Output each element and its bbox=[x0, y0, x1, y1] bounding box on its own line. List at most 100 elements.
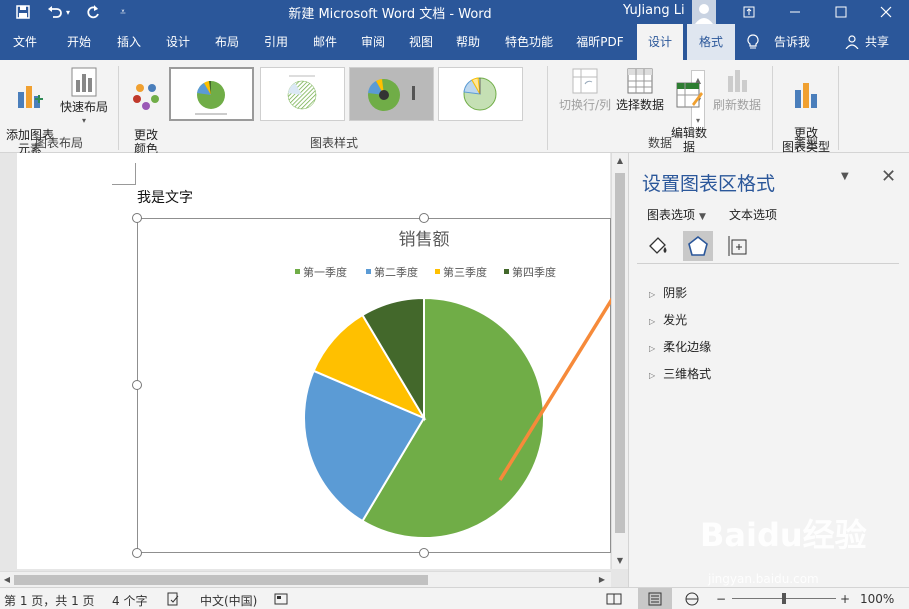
undo-dropdown-icon[interactable]: ▾ bbox=[62, 2, 74, 22]
lightbulb-icon[interactable] bbox=[744, 24, 762, 60]
quick-layout-button[interactable]: 快速布局 ▾ bbox=[58, 66, 110, 128]
vertical-scroll-thumb[interactable] bbox=[615, 173, 625, 533]
ribbon-separator bbox=[772, 66, 773, 150]
zoom-level[interactable]: 100% bbox=[860, 592, 894, 606]
tab-layout[interactable]: 布局 bbox=[204, 24, 250, 60]
close-icon[interactable] bbox=[863, 0, 909, 24]
margin-corner-mark bbox=[112, 163, 136, 185]
redo-icon[interactable] bbox=[82, 2, 104, 22]
watermark-url: jingyan.baidu.com bbox=[708, 572, 819, 586]
person-icon[interactable] bbox=[842, 24, 862, 60]
language-indicator[interactable]: 中文(中国) bbox=[200, 592, 257, 609]
ribbon-display-icon[interactable] bbox=[726, 0, 772, 24]
section-glow[interactable]: ▷ 发光 bbox=[649, 311, 687, 328]
document-text[interactable]: 我是文字 bbox=[137, 187, 193, 207]
minimize-icon[interactable] bbox=[772, 0, 818, 24]
tab-features[interactable]: 特色功能 bbox=[498, 24, 560, 60]
expand-icon: ▷ bbox=[649, 317, 656, 326]
ribbon: 添加图表 元素 快速布局 ▾ 图表布局 更改 颜色 ▾ bbox=[0, 60, 909, 169]
avatar[interactable] bbox=[692, 0, 716, 24]
section-shadow[interactable]: ▷ 阴影 bbox=[649, 284, 687, 301]
tab-text-options[interactable]: 文本选项 bbox=[729, 206, 777, 223]
tab-view[interactable]: 视图 bbox=[398, 24, 444, 60]
expand-icon: ▷ bbox=[649, 344, 656, 353]
expand-icon: ▷ bbox=[649, 290, 656, 299]
tell-me[interactable]: 告诉我 bbox=[768, 24, 816, 60]
section-3d-format-label: 三维格式 bbox=[663, 367, 712, 381]
chart-style-3[interactable] bbox=[349, 67, 434, 121]
pane-title: 设置图表区格式 bbox=[642, 173, 776, 195]
quick-layout-icon bbox=[71, 67, 97, 97]
scroll-right-icon[interactable]: ▶ bbox=[595, 572, 609, 588]
page-count[interactable]: 第 1 页，共 1 页 bbox=[4, 592, 95, 609]
expand-icon: ▷ bbox=[649, 371, 656, 380]
pane-options-icon[interactable]: ▼ bbox=[841, 171, 849, 182]
proofing-icon[interactable] bbox=[166, 592, 180, 609]
group-label-data: 数据 bbox=[647, 136, 672, 150]
vertical-scrollbar[interactable]: ▲ ▼ bbox=[611, 153, 628, 569]
status-bar: 第 1 页，共 1 页 4 个字 中文(中国) − + 100% bbox=[0, 587, 909, 609]
horizontal-scroll-thumb[interactable] bbox=[14, 575, 428, 585]
word-count[interactable]: 4 个字 bbox=[112, 592, 147, 609]
scroll-down-icon[interactable]: ▼ bbox=[612, 553, 628, 569]
watermark-logo: Baidu经验 bbox=[700, 516, 867, 554]
scroll-left-icon[interactable]: ◀ bbox=[0, 572, 14, 588]
tab-references[interactable]: 引用 bbox=[253, 24, 299, 60]
tab-home[interactable]: 开始 bbox=[56, 24, 102, 60]
pane-divider bbox=[637, 263, 899, 264]
ribbon-separator bbox=[118, 66, 119, 150]
tab-foxit-pdf[interactable]: 福昕PDF bbox=[568, 24, 632, 60]
chart-styles-gallery: ▲ ▼ ▾ bbox=[167, 65, 705, 130]
user-name[interactable]: YuJiang Li bbox=[623, 3, 685, 18]
group-label-type: 类型 bbox=[793, 136, 818, 150]
refresh-data-button: 刷新数据 bbox=[710, 66, 764, 112]
effects-icon[interactable] bbox=[683, 231, 713, 261]
macro-icon[interactable] bbox=[274, 592, 288, 609]
legend-label-2[interactable]: 第二季度 bbox=[374, 265, 418, 279]
section-soft-edges-label: 柔化边缘 bbox=[663, 340, 712, 354]
zoom-out-icon[interactable]: − bbox=[716, 592, 726, 606]
fill-line-icon[interactable] bbox=[643, 231, 673, 261]
tab-chart-options[interactable]: 图表选项 ▼ bbox=[647, 206, 706, 223]
customize-icon[interactable]: ⩡ bbox=[112, 2, 134, 22]
size-properties-icon[interactable] bbox=[723, 231, 753, 261]
legend-label-3[interactable]: 第三季度 bbox=[443, 265, 487, 279]
chart-title[interactable]: 销售额 bbox=[399, 230, 450, 250]
tab-chart-options-label: 图表选项 bbox=[647, 208, 696, 222]
chart-style-4[interactable] bbox=[438, 67, 523, 121]
share-button[interactable]: 共享 bbox=[862, 24, 892, 60]
edit-data-icon bbox=[676, 82, 703, 108]
tab-mailings[interactable]: 邮件 bbox=[302, 24, 348, 60]
tab-insert[interactable]: 插入 bbox=[106, 24, 152, 60]
section-3d-format[interactable]: ▷ 三维格式 bbox=[649, 365, 711, 382]
save-icon[interactable] bbox=[12, 2, 34, 22]
chart-style-2[interactable] bbox=[260, 67, 345, 121]
scroll-up-icon[interactable]: ▲ bbox=[612, 153, 628, 169]
zoom-slider-thumb[interactable] bbox=[782, 593, 786, 604]
switch-row-column-button: 切换行/列 bbox=[556, 66, 614, 112]
read-mode-icon[interactable] bbox=[606, 592, 622, 609]
print-layout-icon[interactable] bbox=[638, 588, 672, 609]
legend-label-1[interactable]: 第一季度 bbox=[303, 265, 347, 279]
refresh-data-icon bbox=[728, 70, 747, 92]
change-chart-type-icon bbox=[795, 83, 817, 108]
tab-file[interactable]: 文件 bbox=[2, 24, 48, 60]
ribbon-separator bbox=[547, 66, 548, 150]
tab-review[interactable]: 审阅 bbox=[350, 24, 396, 60]
tab-help[interactable]: 帮助 bbox=[445, 24, 491, 60]
section-glow-label: 发光 bbox=[663, 313, 688, 327]
chevron-down-icon: ▼ bbox=[699, 212, 706, 222]
tab-chart-design[interactable]: 设计 bbox=[637, 24, 683, 60]
web-layout-icon[interactable] bbox=[684, 592, 700, 609]
maximize-icon[interactable] bbox=[818, 0, 864, 24]
tab-design[interactable]: 设计 bbox=[155, 24, 201, 60]
chart-style-1[interactable] bbox=[169, 67, 254, 121]
tab-chart-format[interactable]: 格式 bbox=[687, 24, 735, 60]
section-soft-edges[interactable]: ▷ 柔化边缘 bbox=[649, 338, 711, 355]
horizontal-scrollbar[interactable]: ◀ ▶ bbox=[0, 571, 611, 587]
select-data-label: 选择数据 bbox=[615, 98, 664, 112]
group-label-styles: 图表样式 bbox=[309, 136, 358, 150]
select-data-button[interactable]: 选择数据 bbox=[614, 66, 666, 112]
close-icon[interactable]: ✕ bbox=[881, 166, 896, 187]
zoom-in-icon[interactable]: + bbox=[840, 592, 850, 606]
